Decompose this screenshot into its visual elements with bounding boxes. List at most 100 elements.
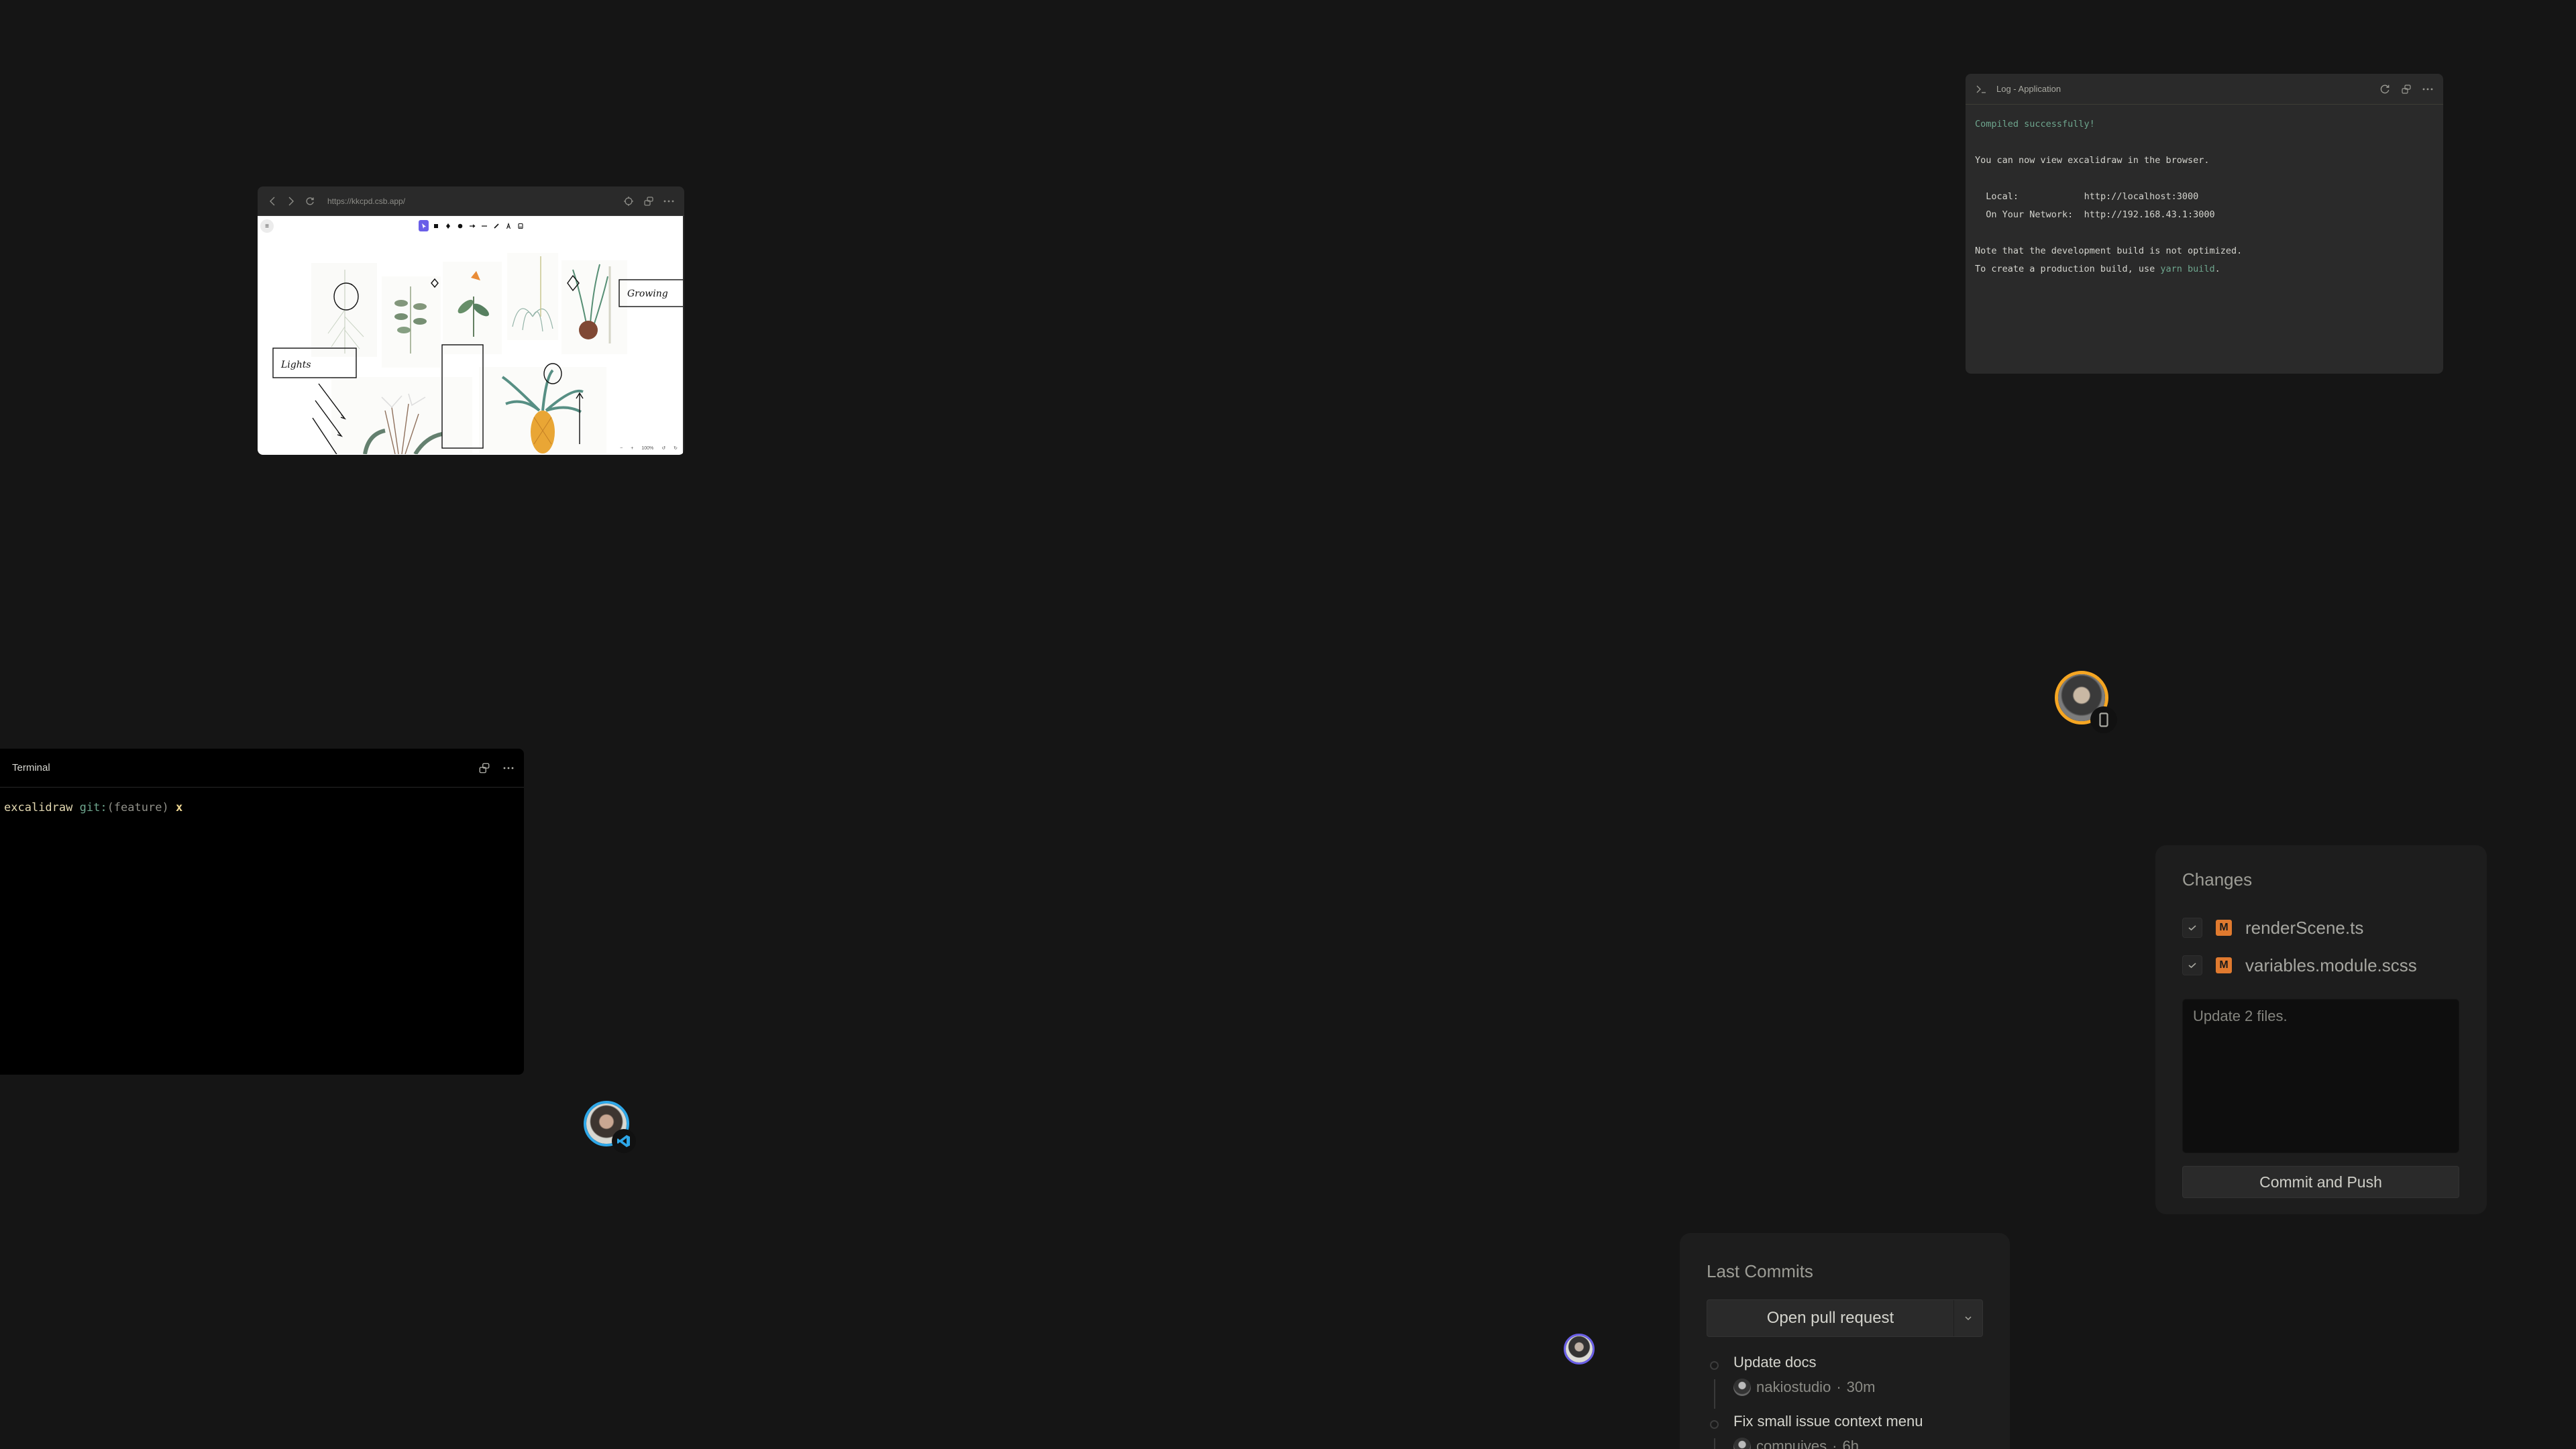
commit-message-input[interactable]: Update 2 files.	[2182, 999, 2459, 1153]
collaborator-avatar-vscode[interactable]	[584, 1101, 636, 1153]
popout-icon[interactable]	[2400, 83, 2412, 95]
zoom-out-button[interactable]: −	[620, 446, 623, 451]
local-url[interactable]: http://localhost:3000	[2084, 191, 2199, 202]
diamond-tool-icon[interactable]	[443, 220, 453, 231]
vscode-icon	[612, 1129, 636, 1153]
zoom-controls: − + 100% ↺ ↻	[620, 445, 678, 451]
file-name: renderScene.ts	[2245, 917, 2364, 938]
modified-status-badge: M	[2216, 957, 2232, 973]
text-tool-icon[interactable]	[503, 220, 513, 231]
zoom-in-button[interactable]: +	[631, 446, 633, 451]
prompt-git-label: git:	[79, 801, 107, 814]
avatar-photo	[1566, 1336, 1593, 1362]
terminal-prompt-icon	[1975, 83, 1987, 95]
chevron-down-icon	[1965, 1316, 1972, 1321]
browser-toolbar: https://kkcpd.csb.app/	[258, 186, 684, 216]
selection-tool-icon[interactable]	[419, 220, 429, 231]
commit-and-push-button[interactable]: Commit and Push	[2182, 1166, 2459, 1198]
log-line-compiled: Compiled successfully!	[1975, 119, 2095, 129]
arrow-tool-icon[interactable]	[467, 220, 477, 231]
file-checkbox[interactable]	[2182, 955, 2202, 975]
commit-item[interactable]: Update docs nakiostudio · 30m	[1707, 1353, 1983, 1412]
changes-panel: Changes M renderScene.ts M variables.mod…	[2155, 845, 2487, 1214]
pencil-tool-icon[interactable]	[491, 220, 501, 231]
forward-icon[interactable]	[286, 196, 297, 207]
changes-title: Changes	[2182, 869, 2253, 890]
log-line-view: You can now view excalidraw in the brows…	[1975, 155, 2210, 166]
commit-meta: nakiostudio · 30m	[1733, 1379, 1983, 1396]
network-url[interactable]: http://192.168.43.1:3000	[2084, 209, 2215, 220]
zoom-level[interactable]: 100%	[641, 446, 653, 451]
more-icon[interactable]	[502, 762, 515, 774]
log-line-network: On Your Network: http://192.168.43.1:300…	[1975, 206, 2434, 224]
log-line-note: Note that the development build is not o…	[1975, 246, 2243, 256]
meta-separator: ·	[1832, 1438, 1837, 1449]
commit-item[interactable]: Fix small issue context menu compuives ·…	[1707, 1412, 1983, 1449]
reload-icon[interactable]	[2379, 83, 2391, 95]
popout-icon[interactable]	[478, 762, 490, 774]
excalidraw-toolbar	[419, 220, 525, 231]
more-icon[interactable]	[663, 195, 675, 207]
commit-node-icon	[1710, 1361, 1719, 1370]
phone-device-icon	[2090, 706, 2117, 733]
file-checkbox[interactable]	[2182, 918, 2202, 938]
undo-icon[interactable]: ↺	[661, 445, 665, 451]
collaborator-avatar-web[interactable]	[1564, 1334, 1595, 1364]
modified-status-badge: M	[2216, 920, 2232, 936]
collaborator-avatar-mobile[interactable]	[2055, 671, 2117, 733]
ellipse-tool-icon[interactable]	[455, 220, 465, 231]
more-icon[interactable]	[2422, 83, 2434, 95]
image-tool-icon[interactable]	[515, 220, 525, 231]
commit-author: nakiostudio	[1756, 1379, 1831, 1395]
redo-icon[interactable]: ↻	[674, 445, 678, 451]
log-output: Compiled successfully! You can now view …	[1966, 105, 2443, 289]
last-commits-title: Last Commits	[1707, 1261, 1813, 1281]
production-suffix: .	[2214, 264, 2220, 274]
excalidraw-canvas[interactable]: Lights Growing ≡ − + 100% ↺ ↻	[258, 216, 683, 455]
open-pull-request-button[interactable]: Open pull request	[1707, 1300, 1954, 1336]
log-panel-header: Log - Application	[1966, 74, 2443, 105]
browser-preview-panel: https://kkcpd.csb.app/ Lights Growing ≡ …	[258, 186, 684, 455]
commit-timeline-line	[1714, 1379, 1715, 1409]
commit-list: Update docs nakiostudio · 30m Fix small …	[1707, 1353, 1983, 1449]
meta-separator: ·	[1836, 1379, 1841, 1395]
log-panel: Log - Application Compiled successfully!…	[1966, 74, 2443, 374]
changed-file-row[interactable]: M renderScene.ts	[2182, 909, 2460, 947]
commit-author: compuives	[1756, 1438, 1827, 1449]
commit-meta: compuives · 6h	[1733, 1438, 1983, 1449]
back-icon[interactable]	[267, 196, 278, 207]
url-field[interactable]: https://kkcpd.csb.app/	[327, 197, 614, 206]
popout-icon[interactable]	[643, 195, 655, 207]
changed-file-row[interactable]: M variables.module.scss	[2182, 947, 2460, 984]
commit-time: 30m	[1846, 1379, 1876, 1395]
pull-request-dropdown[interactable]	[1954, 1300, 1982, 1336]
commit-title: Update docs	[1733, 1354, 1817, 1371]
commit-time: 6h	[1842, 1438, 1859, 1449]
crosshair-icon[interactable]	[623, 195, 635, 207]
open-pull-request-split-button: Open pull request	[1707, 1299, 1983, 1337]
terminal-panel: Terminal excalidraw git:(feature) x	[0, 749, 524, 1075]
log-line-local: Local: http://localhost:3000	[1975, 188, 2434, 206]
file-name: variables.module.scss	[2245, 955, 2417, 975]
yarn-build-command: yarn build	[2160, 264, 2215, 274]
sketch-label-lights: Lights	[280, 360, 311, 370]
line-tool-icon[interactable]	[479, 220, 489, 231]
local-label: Local:	[1975, 191, 2084, 202]
log-line-production: To create a production build, use yarn b…	[1975, 260, 2434, 278]
author-avatar	[1733, 1379, 1751, 1396]
network-label: On Your Network:	[1975, 209, 2084, 220]
terminal-output[interactable]: excalidraw git:(feature) x	[0, 788, 524, 828]
terminal-title: Terminal	[12, 762, 50, 773]
author-avatar	[1733, 1438, 1751, 1449]
commit-timeline-line	[1714, 1438, 1715, 1449]
sketch-label-growing: Growing	[627, 288, 668, 299]
prompt-dirty-marker: x	[175, 801, 183, 814]
last-commits-panel: Last Commits Open pull request Update do…	[1680, 1233, 2010, 1449]
production-prefix: To create a production build, use	[1975, 264, 2161, 274]
commit-title: Fix small issue context menu	[1733, 1413, 1923, 1430]
reload-icon[interactable]	[305, 196, 315, 207]
rectangle-tool-icon[interactable]	[431, 220, 441, 231]
hamburger-menu-icon[interactable]: ≡	[260, 219, 274, 233]
terminal-header: Terminal	[0, 749, 524, 788]
prompt-directory: excalidraw	[4, 801, 73, 814]
